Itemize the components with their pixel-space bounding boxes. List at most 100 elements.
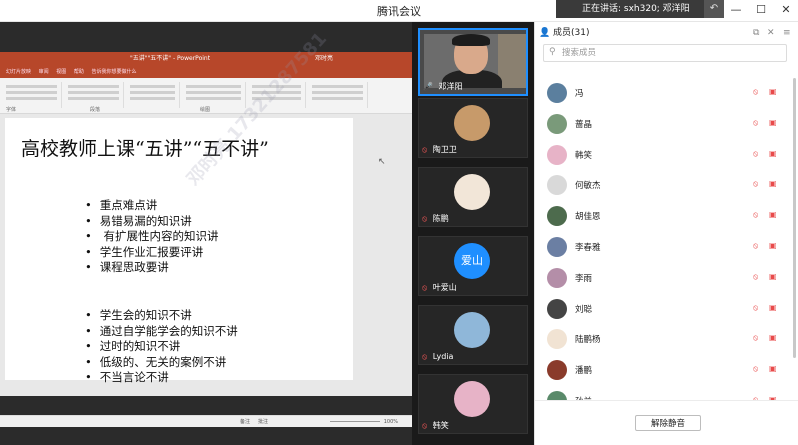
avatar bbox=[547, 144, 567, 165]
member-row[interactable]: 刘聪 ⦸ ▣ bbox=[535, 294, 791, 325]
member-row[interactable]: 蔷晶 ⦸ ▣ bbox=[535, 109, 791, 140]
bullet-list-do: 重点难点讲 易错易漏的知识讲 有扩展性内容的知识讲 学生作业汇报要评讲 课程思政… bbox=[85, 198, 219, 276]
ribbon-label: 绘图 bbox=[200, 107, 211, 113]
member-name: 李春雅 bbox=[575, 242, 601, 253]
zoom-slider[interactable] bbox=[330, 421, 380, 422]
ppt-menu-item[interactable]: 视图 bbox=[56, 69, 66, 75]
ppt-tell-me[interactable]: 告诉我你想要做什么 bbox=[91, 69, 136, 75]
camera-off-icon[interactable]: ▣ bbox=[769, 303, 777, 312]
slide[interactable]: 高校教师上课“五讲”“五不讲” 重点难点讲 易错易漏的知识讲 有扩展性内容的知识… bbox=[5, 28, 353, 384]
menu-icon[interactable]: ≡ bbox=[783, 22, 791, 44]
mic-off-icon: ⦸ bbox=[422, 145, 428, 154]
video-column: 🎤 邓洋阳 ⦸ 陶卫卫 ⦸ 陈鹏 爱山 ⦸ 叶爱山 ⦸ Lydia ⦸ 韩笑 bbox=[412, 22, 534, 445]
video-tile[interactable]: 爱山 ⦸ 叶爱山 bbox=[418, 236, 528, 296]
video-name: 韩笑 bbox=[432, 421, 449, 430]
ribbon-group-paragraph[interactable] bbox=[64, 82, 124, 108]
member-row[interactable]: 韩笑 ⦸ ▣ bbox=[535, 140, 791, 171]
avatar bbox=[547, 83, 567, 103]
camera-off-icon[interactable]: ▣ bbox=[769, 179, 777, 188]
popout-icon[interactable]: ⧉ bbox=[753, 22, 759, 44]
ribbon-group-drawing[interactable] bbox=[182, 82, 246, 108]
mic-on-icon: 🎤 bbox=[423, 82, 433, 91]
video-name-tag: ⦸ 陶卫卫 bbox=[422, 144, 457, 155]
video-name: 邓洋阳 bbox=[438, 82, 463, 91]
mic-off-icon[interactable]: ⦸ bbox=[753, 87, 758, 97]
mic-off-icon[interactable]: ⦸ bbox=[753, 241, 758, 251]
bullet-item: 不当言论不讲 bbox=[85, 370, 238, 386]
camera-off-icon[interactable]: ▣ bbox=[769, 272, 777, 281]
ppt-doc-title: "五讲""五不讲" - PowerPoint bbox=[130, 55, 211, 62]
camera-off-icon[interactable]: ▣ bbox=[769, 210, 777, 219]
ribbon-group-font[interactable] bbox=[2, 82, 62, 108]
mic-off-icon[interactable]: ⦸ bbox=[753, 272, 758, 282]
video-name-tag: ⦸ 韩笑 bbox=[422, 420, 449, 431]
mic-off-icon[interactable]: ⦸ bbox=[753, 364, 758, 374]
video-tile[interactable]: ⦸ Lydia bbox=[418, 305, 528, 365]
camera-off-icon[interactable]: ▣ bbox=[769, 149, 777, 158]
ppt-title-bar: "五讲""五不讲" - PowerPoint 邓时亮 bbox=[0, 52, 412, 66]
member-row[interactable]: 李雨 ⦸ ▣ bbox=[535, 263, 791, 294]
ribbon-group-clipboard[interactable] bbox=[126, 82, 180, 108]
member-row[interactable]: 潘鹏 ⦸ ▣ bbox=[535, 355, 791, 386]
member-row[interactable]: 何敏杰 ⦸ ▣ bbox=[535, 170, 791, 201]
camera-off-icon[interactable]: ▣ bbox=[769, 333, 777, 342]
avatar bbox=[454, 312, 490, 348]
member-row[interactable]: 孙兰⦸▣ bbox=[535, 386, 791, 400]
close-button[interactable]: ✕ bbox=[776, 1, 796, 19]
video-tile-speaker[interactable]: 🎤 邓洋阳 bbox=[418, 28, 528, 96]
bullet-item: 学生作业汇报要评讲 bbox=[85, 245, 218, 261]
member-list: 冯 ⦸ ▣ 蔷晶 ⦸ ▣ 韩笑 ⦸ ▣ 何敏杰 ⦸ ▣ 胡佳恩 ⦸ ▣ 李春雅 ⦸ ▣ 李雨 ⦸ ▣ 刘聪 ⦸ ▣ 陆鹏杨 ⦸ ▣ 潘… bbox=[535, 78, 791, 400]
video-name: 陶卫卫 bbox=[432, 145, 457, 154]
ppt-menu-item[interactable]: 审阅 bbox=[39, 69, 49, 75]
avatar bbox=[547, 360, 567, 381]
mic-off-icon[interactable]: ⦸ bbox=[753, 303, 758, 313]
member-name: 胡佳恩 bbox=[575, 212, 601, 223]
scrollbar[interactable] bbox=[793, 78, 796, 358]
mic-off-icon[interactable]: ⦸ bbox=[753, 149, 758, 159]
ribbon-group-editing[interactable] bbox=[308, 82, 368, 108]
search-input[interactable] bbox=[562, 46, 782, 60]
camera-feed bbox=[424, 34, 526, 88]
undo-arrow-icon[interactable]: ↶ bbox=[704, 0, 724, 18]
mic-off-icon[interactable]: ⦸ bbox=[753, 179, 758, 189]
member-search[interactable]: ⚲ bbox=[543, 44, 787, 62]
ribbon-label: 段落 bbox=[90, 107, 101, 113]
mic-off-icon[interactable]: ⦸ bbox=[753, 118, 758, 128]
search-icon: ⚲ bbox=[549, 47, 556, 57]
avatar bbox=[547, 175, 567, 196]
avatar bbox=[547, 113, 567, 134]
ppt-ribbon: 字体 段落 绘图 bbox=[0, 78, 412, 114]
avatar: 爱山 bbox=[454, 243, 490, 279]
bullet-item: 低级的、无关的案例不讲 bbox=[85, 355, 238, 371]
video-tile[interactable]: ⦸ 陶卫卫 bbox=[418, 98, 528, 158]
minimize-button[interactable]: — bbox=[726, 1, 746, 19]
video-tile[interactable]: ⦸ 韩笑 bbox=[418, 374, 528, 434]
close-panel-icon[interactable]: ✕ bbox=[767, 22, 775, 44]
avatar bbox=[547, 298, 567, 319]
comments-button[interactable]: 批注 bbox=[258, 416, 268, 428]
bullet-item: 易错易漏的知识讲 bbox=[85, 214, 218, 230]
member-name: 何敏杰 bbox=[575, 181, 601, 192]
maximize-button[interactable]: ☐ bbox=[751, 1, 771, 19]
camera-off-icon[interactable]: ▣ bbox=[769, 118, 777, 127]
bullet-item: 重点难点讲 bbox=[85, 198, 218, 214]
camera-off-icon[interactable]: ▣ bbox=[769, 364, 777, 373]
video-name-tag: ⦸ Lydia bbox=[422, 352, 453, 362]
camera-off-icon[interactable]: ▣ bbox=[769, 241, 777, 250]
notes-button[interactable]: 备注 bbox=[240, 416, 250, 428]
video-tile[interactable]: ⦸ 陈鹏 bbox=[418, 167, 528, 227]
camera-off-icon[interactable]: ▣ bbox=[769, 87, 777, 96]
ppt-menu-item[interactable]: 幻灯片放映 bbox=[6, 69, 31, 75]
mic-off-icon[interactable]: ⦸ bbox=[753, 333, 758, 343]
member-row[interactable]: 李春雅 ⦸ ▣ bbox=[535, 232, 791, 263]
zoom-level[interactable]: 100% bbox=[384, 416, 398, 428]
avatar bbox=[547, 390, 567, 400]
member-row[interactable]: 陆鹏杨 ⦸ ▣ bbox=[535, 324, 791, 355]
ppt-menu-item[interactable]: 帮助 bbox=[74, 69, 84, 75]
unmute-button[interactable]: 解除静音 bbox=[635, 415, 701, 431]
video-name-tag: ⦸ 陈鹏 bbox=[422, 213, 449, 224]
member-row[interactable]: 胡佳恩 ⦸ ▣ bbox=[535, 201, 791, 232]
mic-off-icon[interactable]: ⦸ bbox=[753, 210, 758, 220]
ppt-status-bar: 备注 批注 100% bbox=[0, 415, 412, 427]
member-row[interactable]: 冯 ⦸ ▣ bbox=[535, 78, 791, 109]
